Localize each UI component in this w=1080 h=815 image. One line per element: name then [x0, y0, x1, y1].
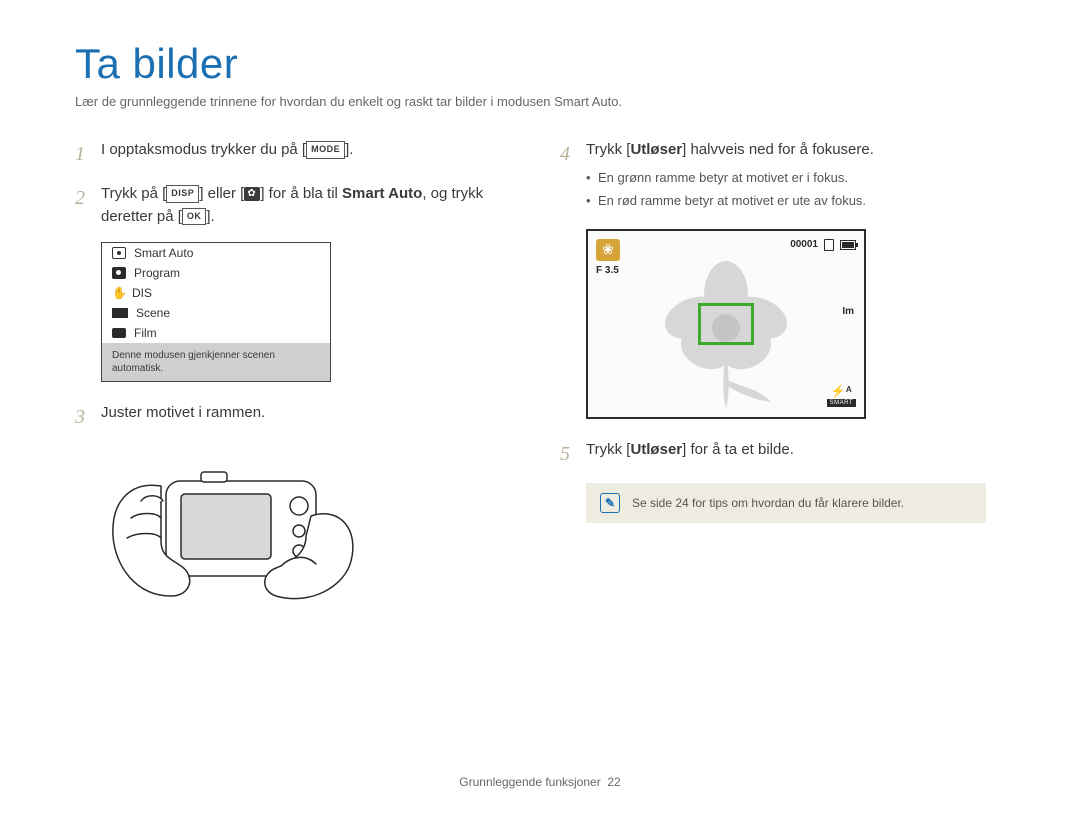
scene-icon — [112, 308, 128, 318]
mode-item-film: Film — [102, 323, 330, 343]
film-icon — [112, 328, 126, 338]
step-5: 5 Trykk [Utløser] for å ta et bilde. — [560, 439, 1005, 469]
mode-label: DIS — [132, 286, 152, 300]
step-2-bold: Smart Auto — [342, 185, 422, 202]
step-4-t2: ] halvveis ned for å fokusere. — [682, 141, 874, 158]
step-4: 4 Trykk [Utløser] halvveis ned for å fok… — [560, 139, 1005, 215]
smart-auto-icon — [112, 247, 126, 259]
step-number: 5 — [560, 439, 576, 469]
mode-label: Film — [134, 326, 157, 340]
step-4-t1: Trykk [ — [586, 141, 630, 158]
step-5-t2: ] for å ta et bilde. — [682, 441, 794, 458]
mode-menu-description: Denne modusen gjenkjenner scenen automat… — [102, 343, 330, 381]
smart-mode-label: SMART — [827, 399, 856, 407]
aperture-value: F 3.5 — [596, 265, 619, 276]
page-title: Ta bilder — [75, 40, 1005, 88]
mode-label: Smart Auto — [134, 246, 193, 260]
flash-auto-icon: ⚡ᴬ — [831, 384, 852, 398]
footer-page-number: 22 — [607, 775, 620, 789]
step-3-text: Juster motivet i rammen. — [101, 402, 520, 425]
right-column: 4 Trykk [Utløser] halvveis ned for å fok… — [560, 139, 1005, 621]
step-number: 3 — [75, 402, 91, 432]
image-size-indicator: Im — [842, 306, 854, 317]
step-number: 4 — [560, 139, 576, 169]
ok-button-label: OK — [182, 208, 207, 226]
footer-section-label: Grunnleggende funksjoner — [459, 775, 600, 789]
step-2: 2 Trykk på [DISP] eller [ ] for å bla til… — [75, 183, 520, 228]
page-footer: Grunnleggende funksjoner 22 — [0, 775, 1080, 789]
dis-hand-icon: ✋ — [112, 286, 124, 300]
step-1-text-before: I opptaksmodus trykker du på [ — [101, 141, 306, 158]
macro-flower-icon — [244, 187, 260, 201]
mode-label: Program — [134, 266, 180, 280]
mode-item-program: Program — [102, 263, 330, 283]
battery-icon — [840, 240, 856, 250]
step-4-bold: Utløser — [630, 141, 682, 158]
step-number: 1 — [75, 139, 91, 169]
mode-item-dis: ✋ DIS — [102, 283, 330, 303]
step-5-t1: Trykk [ — [586, 441, 630, 458]
bullet-red-frame: En rød ramme betyr at motivet er ute av … — [586, 191, 1005, 211]
mode-item-scene: Scene — [102, 303, 330, 323]
mode-button-label: MODE — [306, 141, 345, 159]
page-subtitle: Lær de grunnleggende trinnene for hvorda… — [75, 94, 1005, 109]
macro-mode-icon: ❀ — [596, 239, 620, 261]
mode-label: Scene — [136, 306, 170, 320]
step-2-t5: ]. — [206, 208, 214, 225]
step-1-text-after: ]. — [345, 141, 353, 158]
bullet-green-frame: En grønn ramme betyr at motivet er i fok… — [586, 168, 1005, 188]
program-icon — [112, 267, 126, 279]
mode-menu: Smart Auto Program ✋ DIS Scene Film Denn… — [101, 242, 331, 382]
lcd-preview: ❀ F 3.5 00001 Im ⚡ᴬ SMART — [586, 229, 866, 419]
left-column: 1 I opptaksmodus trykker du på [MODE]. 2… — [75, 139, 520, 621]
tip-text: Se side 24 for tips om hvordan du får kl… — [632, 496, 904, 510]
step-1: 1 I opptaksmodus trykker du på [MODE]. — [75, 139, 520, 169]
tip-box: ✎ Se side 24 for tips om hvordan du får … — [586, 483, 986, 523]
step-5-bold: Utløser — [630, 441, 682, 458]
step-2-t3: ] for å bla til — [260, 185, 342, 202]
sd-card-icon — [824, 239, 834, 251]
disp-button-label: DISP — [166, 185, 199, 203]
focus-frame — [698, 303, 754, 345]
step-2-t2: ] eller [ — [199, 185, 244, 202]
mode-item-smart-auto: Smart Auto — [102, 243, 330, 263]
step-2-t1: Trykk på [ — [101, 185, 166, 202]
tip-info-icon: ✎ — [600, 493, 620, 513]
camera-hands-illustration — [101, 446, 520, 621]
step-3: 3 Juster motivet i rammen. — [75, 402, 520, 432]
step-number: 2 — [75, 183, 91, 213]
